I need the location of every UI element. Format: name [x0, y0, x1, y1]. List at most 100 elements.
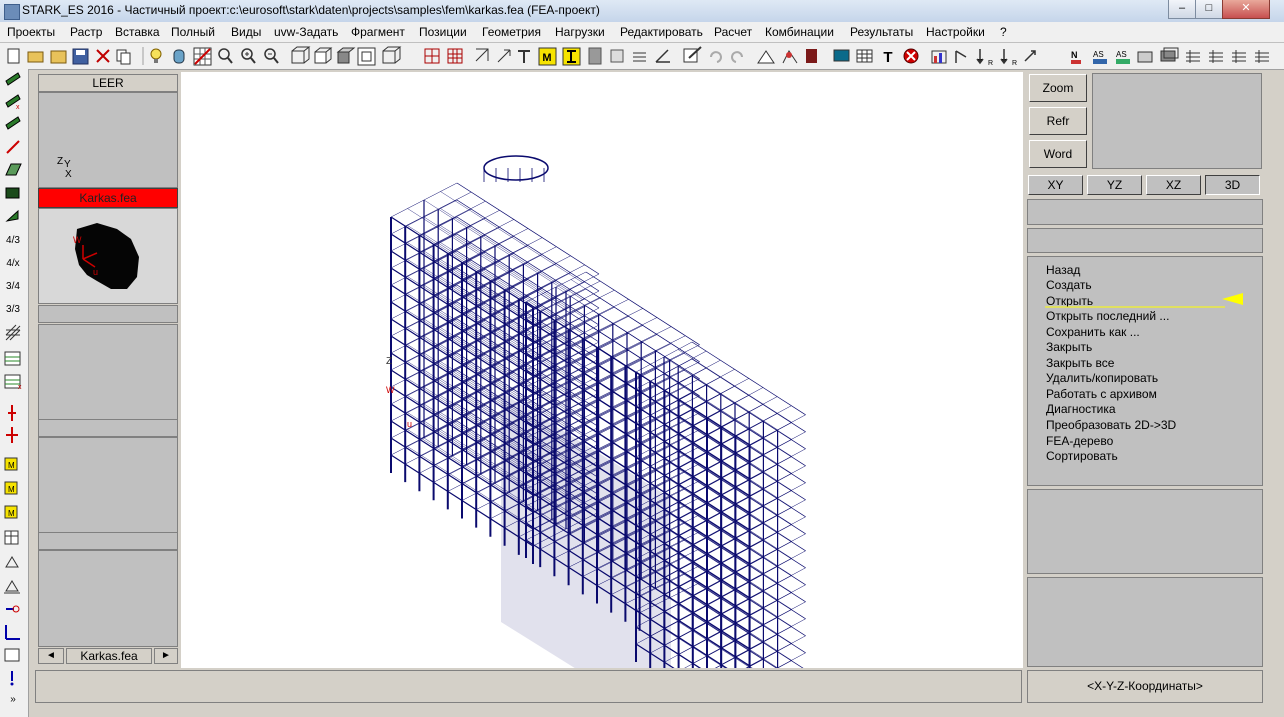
pin-icon[interactable] [8, 405, 16, 421]
view-xy-button[interactable]: XY [1028, 175, 1083, 195]
terrain-icon[interactable] [757, 50, 775, 64]
reaction-icon[interactable]: R [976, 49, 993, 67]
zoom-in-icon[interactable] [241, 48, 256, 64]
menu-diagnostics[interactable]: Диагностика [1046, 402, 1116, 416]
model-thumbnail[interactable]: W u [38, 208, 178, 304]
nav-file-label[interactable]: Karkas.fea [66, 648, 152, 664]
menu-loads[interactable]: Нагрузки [555, 25, 605, 39]
layers-icon[interactable] [1160, 47, 1179, 62]
menu-fragment[interactable]: Фрагмент [351, 25, 405, 39]
frame-view-icon[interactable] [357, 47, 376, 66]
render-icon[interactable] [683, 46, 702, 63]
hatch-icon[interactable] [5, 324, 21, 341]
grid-small-icon[interactable] [424, 48, 440, 64]
zoom-icon[interactable] [218, 48, 233, 64]
nav-next-button[interactable]: ► [154, 648, 178, 664]
beam-results-icon[interactable] [955, 50, 967, 63]
nav-prev-button[interactable]: ◄ [38, 648, 64, 664]
empty-slot-2[interactable] [38, 437, 178, 533]
m-box-2-icon[interactable]: M [4, 481, 18, 495]
view-xz-button[interactable]: XZ [1146, 175, 1201, 195]
stress-icon[interactable] [1137, 51, 1153, 63]
minimize-button[interactable]: – [1168, 0, 1196, 19]
cube-view-icon[interactable] [314, 47, 333, 64]
menu-back[interactable]: Назад [1046, 263, 1080, 277]
support-point-icon[interactable] [5, 556, 19, 568]
ratio-3-3[interactable]: 3/3 [4, 301, 22, 319]
menu-close-all[interactable]: Закрыть все [1046, 356, 1114, 370]
menu-full[interactable]: Полный [171, 25, 215, 39]
view-3d-button[interactable]: 3D [1205, 175, 1260, 195]
menu-calc[interactable]: Расчет [714, 25, 752, 39]
plate-icon[interactable] [5, 116, 21, 130]
stop-icon[interactable] [903, 48, 919, 64]
xy-section-icon[interactable] [610, 49, 624, 63]
grid-large-icon[interactable] [447, 48, 463, 64]
grid-red-icon[interactable]: x [4, 374, 22, 391]
table-icon[interactable] [856, 49, 873, 63]
copy-icon[interactable] [116, 49, 131, 65]
menu-insert[interactable]: Вставка [115, 25, 160, 39]
m-box-3-icon[interactable]: M [4, 505, 18, 519]
menu-convert-2d-3d[interactable]: Преобразовать 2D->3D [1046, 418, 1176, 432]
grid-green-icon[interactable] [4, 351, 21, 366]
surface-icon[interactable] [5, 163, 22, 176]
more-tools-button[interactable]: » [4, 691, 22, 709]
monitor-icon[interactable] [833, 49, 850, 62]
ratio-4-3[interactable]: 4/3 [4, 232, 22, 250]
word-button[interactable]: Word [1029, 140, 1087, 168]
volume-icon[interactable] [5, 187, 20, 199]
hidden-lines-icon[interactable] [382, 46, 402, 64]
info-icon[interactable] [10, 671, 14, 686]
m-position-icon[interactable]: M [538, 47, 557, 66]
menu-raster[interactable]: Растр [70, 25, 102, 39]
solid-cube-icon[interactable] [336, 47, 356, 64]
grid-plus3-icon[interactable] [1232, 50, 1246, 63]
menu-fea-tree[interactable]: FEA-дерево [1046, 434, 1113, 448]
menu-help[interactable]: ? [1000, 25, 1007, 39]
menu-views[interactable]: Виды [231, 25, 261, 39]
angle-icon[interactable] [655, 49, 670, 63]
rotate-icon[interactable] [475, 48, 489, 62]
grid-plus-icon[interactable] [1186, 50, 1200, 63]
menu-edit[interactable]: Редактировать [620, 25, 703, 39]
m-box-icon[interactable]: M [4, 457, 18, 471]
table-edit-icon[interactable] [4, 530, 19, 545]
open-folder-icon[interactable] [27, 51, 44, 63]
tt-icon[interactable]: T [883, 49, 892, 66]
new-file-icon[interactable] [7, 48, 20, 64]
node-delete-icon[interactable]: x [5, 94, 21, 111]
results-chart-icon[interactable] [931, 50, 947, 64]
menu-combinations[interactable]: Комбинации [765, 25, 834, 39]
reaction-z-icon[interactable]: R [1000, 49, 1017, 67]
print-icon[interactable] [4, 648, 20, 662]
spring-icon[interactable] [6, 605, 20, 613]
active-file-tab[interactable]: Karkas.fea [38, 188, 178, 208]
grid-select-icon[interactable] [193, 47, 212, 66]
view-yz-button[interactable]: YZ [1087, 175, 1142, 195]
dimension-icon[interactable] [633, 52, 646, 62]
pin-cross-icon[interactable] [6, 427, 18, 443]
cylinder-icon[interactable] [173, 49, 185, 64]
i-beam-icon[interactable] [562, 47, 581, 66]
menu-sort[interactable]: Сортировать [1046, 449, 1118, 463]
flag-icon[interactable] [5, 209, 19, 222]
save-icon[interactable] [72, 48, 89, 65]
zoom-out-icon[interactable] [264, 48, 279, 64]
open-list-icon[interactable] [50, 50, 67, 64]
move-icon[interactable] [497, 49, 511, 63]
support-icon[interactable] [782, 50, 798, 64]
undo-icon[interactable] [710, 51, 722, 63]
refresh-button[interactable]: Refr [1029, 107, 1087, 135]
empty-view-box[interactable]: Z Y X [38, 92, 178, 188]
zoom-button[interactable]: Zoom [1029, 74, 1087, 102]
line-icon[interactable] [6, 140, 20, 154]
menu-projects[interactable]: Проекты [7, 25, 55, 39]
menu-close[interactable]: Закрыть [1046, 340, 1092, 354]
menu-uvw[interactable]: uvw-Задать [274, 25, 338, 39]
menu-positions[interactable]: Позиции [419, 25, 467, 39]
menu-results[interactable]: Результаты [850, 25, 913, 39]
menu-open-recent[interactable]: Открыть последний ... [1046, 309, 1169, 323]
menu-delete-copy[interactable]: Удалить/копировать [1046, 371, 1158, 385]
mirror-icon[interactable] [518, 50, 530, 63]
